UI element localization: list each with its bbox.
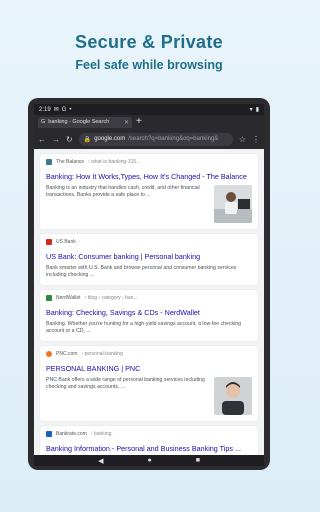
close-tab-icon[interactable]: ✕ — [124, 119, 129, 126]
wifi-icon: ▾ — [249, 107, 253, 113]
tab-title: banking - Google Search — [48, 119, 110, 125]
result-site: NerdWallet — [56, 295, 81, 301]
result-source: US Bank — [46, 239, 252, 245]
nav-back-icon[interactable]: ◀ — [98, 457, 103, 465]
lock-icon: 🔒 — [83, 136, 92, 143]
result-card: PNC.com › personal-banking PERSONAL BANK… — [40, 346, 258, 421]
result-source: NerdWallet › blog › category › ban... — [46, 295, 252, 301]
office-worker-thumbnail[interactable] — [214, 185, 252, 223]
address-bar[interactable]: 🔒 google.com/search?q=banking&oq=banking… — [78, 132, 233, 146]
result-source: PNC.com › personal-banking — [46, 351, 252, 357]
back-icon[interactable]: ← — [38, 135, 46, 144]
result-source: Bankrate.com › banking — [46, 431, 252, 437]
result-source: The Balance › what-is-banking-315... — [46, 159, 252, 165]
battery-icon: ▮ — [255, 107, 259, 113]
status-bar: 2:19 ✉ G • ▾ ▮ — [34, 104, 264, 115]
browser-tab-bar: G banking - Google Search ✕ + — [34, 115, 264, 129]
status-time: 2:19 — [39, 106, 51, 113]
result-crumb: › personal-banking — [81, 351, 123, 357]
result-crumb: › what-is-banking-315... — [88, 159, 141, 165]
result-site: The Balance — [56, 159, 85, 165]
result-snippet: Banking is an industry that handles cash… — [46, 185, 200, 198]
result-card: Bankrate.com › banking Banking Informati… — [40, 426, 258, 455]
tablet-screen: 2:19 ✉ G • ▾ ▮ G banking - Google Search… — [34, 104, 264, 466]
us-bank-favicon-icon — [46, 239, 52, 245]
url-main: google.com — [94, 136, 126, 142]
search-results: The Balance › what-is-banking-315... Ban… — [34, 149, 264, 455]
result-title-link[interactable]: Banking: Checking, Savings & CDs - NerdW… — [46, 308, 252, 317]
pnc-favicon-icon — [46, 351, 52, 357]
google-notification-icon: G — [61, 106, 67, 113]
result-crumb: › banking — [90, 431, 112, 437]
url-rest: /search?q=banking&oq=banking& — [128, 136, 219, 142]
result-site: PNC.com — [56, 351, 78, 357]
result-card: US Bank US Bank: Consumer banking | Pers… — [40, 234, 258, 285]
browser-tab[interactable]: G banking - Google Search ✕ — [38, 116, 132, 128]
result-title-link[interactable]: Banking: How It Works,Types, How It's Ch… — [46, 172, 252, 181]
result-snippet: PNC Bank offers a wide range of personal… — [46, 377, 205, 390]
android-nav-bar: ◀ ● ■ — [34, 455, 264, 466]
google-favicon-icon: G — [41, 119, 46, 125]
dot-icon: • — [69, 106, 72, 113]
result-card: NerdWallet › blog › category › ban... Ba… — [40, 290, 258, 341]
forward-icon[interactable]: → — [52, 135, 60, 144]
result-crumb: › blog › category › ban... — [84, 295, 138, 301]
result-title-link[interactable]: Banking Information - Personal and Busin… — [46, 444, 252, 453]
result-snippet: Banking. Whether you're hunting for a hi… — [46, 321, 242, 334]
bookmark-icon[interactable]: ☆ — [239, 135, 246, 144]
nerdwallet-favicon-icon — [46, 295, 52, 301]
menu-icon[interactable]: ⋮ — [252, 135, 260, 144]
new-tab-icon[interactable]: + — [136, 117, 142, 127]
result-site: Bankrate.com — [56, 431, 87, 437]
person-portrait-thumbnail[interactable] — [214, 377, 252, 415]
result-title-link[interactable]: US Bank: Consumer banking | Personal ban… — [46, 252, 252, 261]
promo-headline: Secure & Private — [75, 32, 223, 52]
nav-recents-icon[interactable]: ■ — [196, 457, 200, 464]
result-title-link[interactable]: PERSONAL BANKING | PNC — [46, 364, 252, 373]
the-balance-favicon-icon — [46, 159, 52, 165]
notification-icon: ✉ — [53, 107, 59, 113]
bankrate-favicon-icon — [46, 431, 52, 437]
promo-subheadline: Feel safe while browsing — [75, 58, 223, 72]
browser-toolbar: ← → ↻ 🔒 google.com/search?q=banking&oq=b… — [34, 129, 264, 149]
reload-icon[interactable]: ↻ — [66, 135, 73, 144]
result-card: The Balance › what-is-banking-315... Ban… — [40, 154, 258, 229]
result-site: US Bank — [56, 239, 76, 245]
nav-home-icon[interactable]: ● — [147, 457, 151, 464]
result-snippet: Bank smarter with U.S. Bank and browse p… — [46, 265, 237, 278]
